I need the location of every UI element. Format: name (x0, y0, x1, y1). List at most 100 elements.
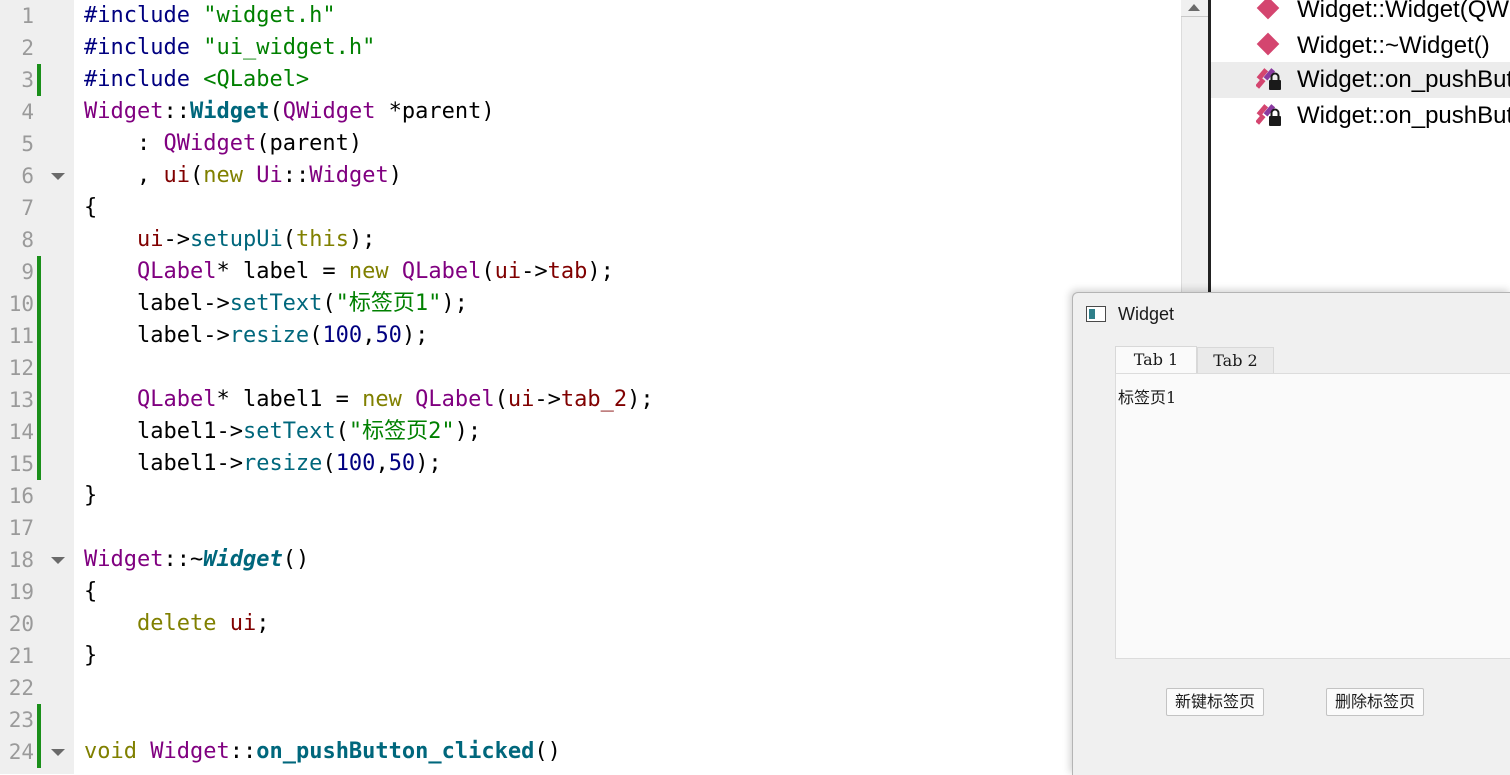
code-token: QWidget (282, 99, 376, 124)
line-number: 1 (21, 4, 34, 28)
code-line[interactable]: 17 (0, 512, 1180, 544)
code-line[interactable]: 8 ui->setupUi(this); (0, 224, 1180, 256)
code-line[interactable]: 16} (0, 480, 1180, 512)
code-token: , (84, 163, 164, 188)
line-number: 23 (8, 708, 34, 732)
code-token: "widget.h" (203, 3, 336, 28)
code-line[interactable]: 3 #include <QLabel> (0, 64, 1180, 96)
code-token: ( (322, 291, 336, 316)
code-token: "标签页1" (335, 291, 442, 316)
code-token: this (295, 227, 349, 252)
code-text: label->resize(100,50); (84, 320, 428, 352)
code-token: ( (309, 323, 323, 348)
code-token: Widget (84, 547, 164, 572)
line-number: 22 (8, 676, 34, 700)
code-token: , (362, 323, 376, 348)
new-tab-button[interactable]: 新键标签页 (1166, 688, 1264, 716)
line-number: 24 (8, 740, 34, 764)
tab-1[interactable]: Tab 1 (1115, 346, 1197, 374)
tab-2[interactable]: Tab 2 (1197, 347, 1274, 373)
code-line[interactable]: 11 label->resize(100,50); (0, 320, 1180, 352)
code-line[interactable]: 2 #include "ui_widget.h" (0, 32, 1180, 64)
outline-item-pushbutton2-slot[interactable]: Widget::on_pushButton_2_clicked() (1211, 98, 1510, 134)
code-line[interactable]: 19 { (0, 576, 1180, 608)
line-number: 10 (8, 292, 34, 316)
code-line[interactable]: 4 Widget::Widget(QWidget *parent) (0, 96, 1180, 128)
code-line[interactable]: 6 , ui(new Ui::Widget) (0, 160, 1180, 192)
code-line[interactable]: 20 delete ui; (0, 608, 1180, 640)
code-line[interactable]: 24 void Widget::on_pushButton_clicked() (0, 736, 1180, 768)
code-token: } (84, 483, 98, 508)
code-line[interactable]: 10 label->setText("标签页1"); (0, 288, 1180, 320)
code-line[interactable]: 5 : QWidget(parent) (0, 128, 1180, 160)
code-token: * label = (216, 259, 349, 284)
code-text: { (84, 192, 97, 224)
code-token: , (375, 451, 389, 476)
code-line[interactable]: 7{ (0, 192, 1180, 224)
code-line[interactable]: 23 (0, 704, 1180, 736)
code-token: label-> (84, 323, 230, 348)
line-number: 2 (21, 36, 34, 60)
code-token: setText (229, 291, 323, 316)
code-line[interactable]: 21} (0, 640, 1180, 672)
outline-item-constructor[interactable]: Widget::Widget(QWidget * (1211, 0, 1510, 28)
code-token: ); (627, 387, 654, 412)
code-token: ( (494, 387, 508, 412)
code-token: ) (388, 163, 402, 188)
outline-item-label: Widget::~Widget() (1297, 32, 1490, 59)
code-token: ui (163, 163, 190, 188)
line-number: 16 (8, 484, 34, 508)
method-icon (1256, 0, 1280, 20)
code-text: QLabel* label = new QLabel(ui->tab); (84, 256, 614, 288)
modified-line-marker (37, 256, 41, 288)
code-line[interactable]: 15 label1->resize(100,50); (0, 448, 1180, 480)
widget-preview-window[interactable]: Widget Tab 1 Tab 2 标签页1 新键标签页 删除标签页 (1072, 292, 1510, 775)
code-line[interactable]: 12 (0, 352, 1180, 384)
code-token: ( (282, 227, 296, 252)
private-slot-icon (1256, 104, 1281, 126)
code-token: #include (84, 3, 204, 28)
code-token: Widget (309, 163, 389, 188)
code-token: label-> (84, 291, 230, 316)
line-number: 4 (21, 100, 34, 124)
scroll-up-arrow-icon[interactable] (1181, 0, 1208, 17)
line-number: 18 (8, 548, 34, 572)
line-number: 21 (8, 644, 34, 668)
code-line[interactable]: 9 QLabel* label = new QLabel(ui->tab); (0, 256, 1180, 288)
code-token: tab_2 (560, 387, 628, 412)
code-token: Ui (256, 163, 283, 188)
line-number: 20 (8, 612, 34, 636)
code-token: 100 (335, 451, 376, 476)
outline-item-pushbutton-slot[interactable]: Widget::on_pushButton_clicked() (1211, 62, 1510, 98)
code-line[interactable]: 1 #include "widget.h" (0, 0, 1180, 32)
code-token: -> (521, 259, 548, 284)
code-token: ( (189, 163, 204, 188)
code-line[interactable]: 14 label1->setText("标签页2"); (0, 416, 1180, 448)
delete-tab-button[interactable]: 删除标签页 (1326, 688, 1424, 716)
code-token: resize (242, 451, 323, 476)
code-token: () (534, 739, 561, 764)
code-token: ); (454, 419, 482, 444)
fold-arrow-icon[interactable] (51, 557, 65, 564)
code-token: ); (441, 291, 468, 316)
window-title: Widget (1118, 304, 1175, 324)
modified-line-marker (37, 64, 41, 96)
code-token: -> (534, 387, 561, 412)
code-line[interactable]: 13 QLabel* label1 = new QLabel(ui->tab_2… (0, 384, 1180, 416)
code-token: QWidget (163, 131, 257, 156)
line-number: 15 (8, 452, 34, 476)
line-number: 3 (21, 68, 34, 92)
line-number: 11 (8, 324, 34, 348)
code-token: { (84, 579, 98, 604)
fold-arrow-icon[interactable] (51, 749, 65, 756)
code-line[interactable]: 22 (0, 672, 1180, 704)
modified-line-marker (37, 288, 41, 320)
code-line[interactable]: 18 Widget::~Widget() (0, 544, 1180, 576)
modified-line-marker (37, 384, 41, 416)
outline-item-destructor[interactable]: Widget::~Widget() (1211, 28, 1510, 64)
fold-arrow-icon[interactable] (51, 173, 65, 180)
code-token: "ui_widget.h" (203, 35, 376, 60)
